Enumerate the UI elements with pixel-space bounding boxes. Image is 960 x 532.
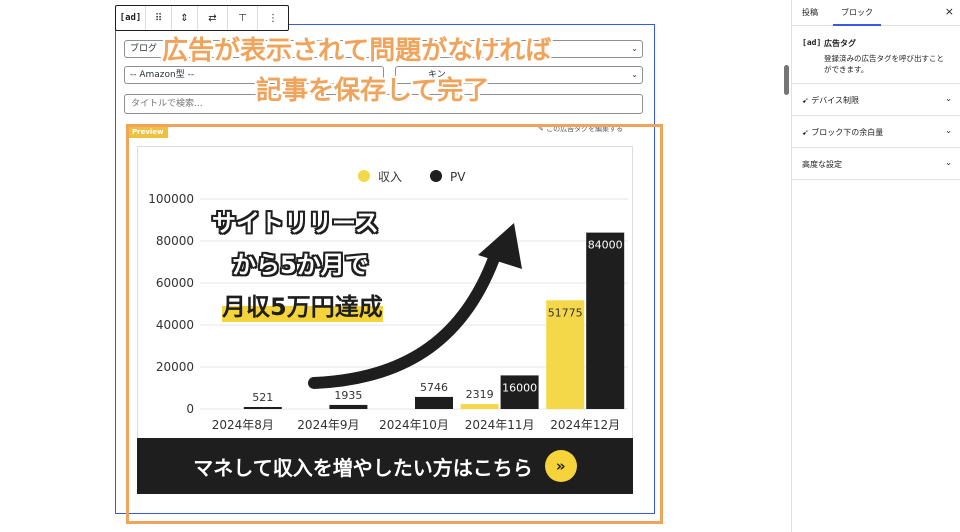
block-card: [ad] 広告タグ 登録済みの広告タグを呼び出すことができます。 (792, 26, 960, 84)
panel-device[interactable]: ➹ デバイス制限 ⌄ (792, 84, 960, 116)
highlight-frame (126, 124, 663, 524)
annotation-line-1: 広告が表示されて問題がなければ (162, 36, 552, 66)
panel-margin-label: ブロック下の余白量 (811, 128, 884, 137)
block-type-icon: [ad] (802, 38, 822, 47)
panel-device-label: デバイス制限 (811, 96, 860, 105)
feather-icon: ➹ (802, 96, 812, 105)
chevron-down-icon: ⌄ (631, 44, 638, 53)
panel-advanced-label: 高度な設定 (802, 160, 842, 169)
drag-handle-icon[interactable]: ⠿ (146, 6, 172, 30)
annotation-line-2: 記事を保存して完了 (256, 76, 490, 106)
tab-post[interactable]: 投稿 (802, 7, 818, 18)
block-type-icon[interactable]: [ad] (116, 6, 146, 30)
feather-icon: ➹ (802, 128, 812, 137)
close-icon[interactable]: × (945, 5, 954, 18)
chevron-down-icon: ⌄ (945, 158, 952, 167)
transform-icon[interactable]: ⇄ (198, 6, 228, 30)
panel-margin[interactable]: ➹ ブロック下の余白量 ⌄ (792, 116, 960, 148)
type-select-value: -- Amazon型 -- (130, 70, 195, 80)
block-toolbar: [ad] ⠿ ⇕ ⇄ ⊤ ⋮ (115, 5, 289, 31)
editor-screen: [ad] ⠿ ⇕ ⇄ ⊤ ⋮ ブログ ⌄ -- Amazon型 -- キン ⌄ … (0, 0, 960, 532)
chevron-down-icon: ⌄ (945, 126, 952, 135)
block-name: 広告タグ (824, 39, 856, 48)
block-description: 登録済みの広告タグを呼び出すことができます。 (824, 54, 944, 74)
settings-sidebar: 投稿 ブロック × [ad] 広告タグ 登録済みの広告タグを呼び出すことができま… (791, 0, 960, 532)
chevron-down-icon: ⌄ (945, 94, 952, 103)
more-options-icon[interactable]: ⋮ (258, 6, 288, 30)
sidebar-tabs: 投稿 ブロック × (792, 0, 960, 26)
move-arrows-icon[interactable]: ⇕ (172, 6, 198, 30)
scrollbar-thumb[interactable] (784, 65, 789, 95)
align-icon[interactable]: ⊤ (228, 6, 258, 30)
chevron-down-icon: ⌄ (631, 70, 638, 79)
editor-canvas: [ad] ⠿ ⇕ ⇄ ⊤ ⋮ ブログ ⌄ -- Amazon型 -- キン ⌄ … (0, 0, 784, 532)
category-select-value: ブログ (130, 44, 158, 54)
tab-block[interactable]: ブロック (833, 7, 881, 26)
panel-advanced[interactable]: 高度な設定 ⌄ (792, 148, 960, 180)
